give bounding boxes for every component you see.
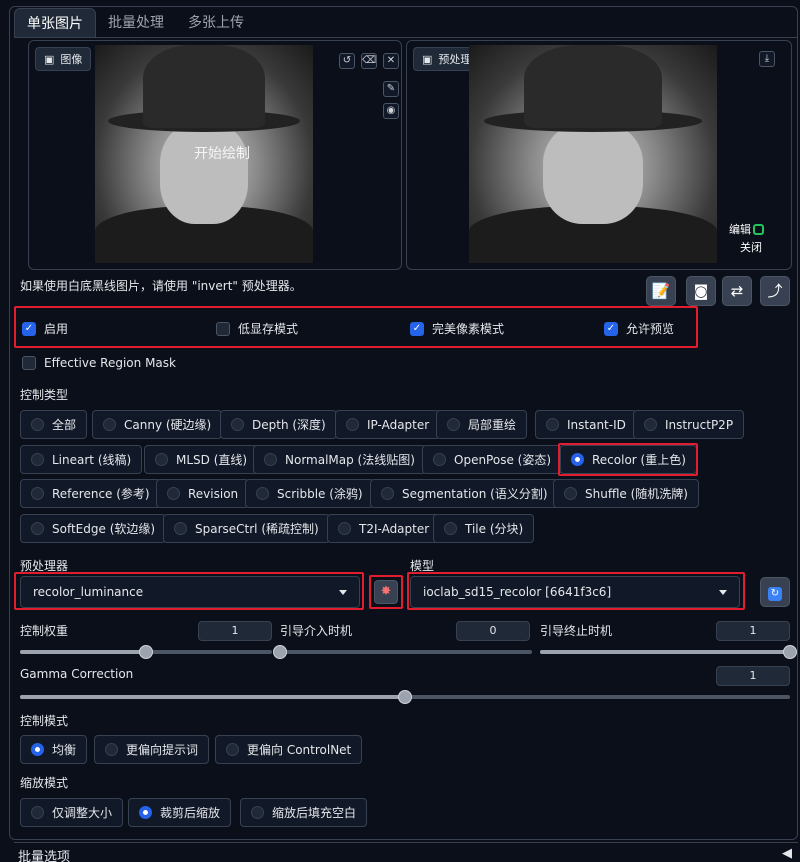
triangle-left-icon: ◀ <box>782 846 792 861</box>
pixel-perfect-checkbox[interactable]: ✓ 完美像素模式 <box>410 320 504 337</box>
control-type-option[interactable]: Revision <box>156 479 250 508</box>
arrow-up-right-icon: ⤴ <box>767 282 783 300</box>
image-icon: ▣ <box>422 52 433 66</box>
control-type-option[interactable]: 全部 <box>20 410 88 439</box>
control-type-option[interactable]: IP-Adapter <box>335 410 441 439</box>
highlight-checkboxes <box>14 306 698 348</box>
eraser-icon[interactable]: ⌫ <box>361 53 377 69</box>
gamma-slider[interactable] <box>20 690 790 704</box>
weight-slider[interactable] <box>20 645 272 659</box>
control-mode-balanced[interactable]: 均衡 <box>20 735 88 764</box>
check-icon: ✓ <box>604 321 618 336</box>
resize-mode-title: 缩放模式 <box>20 776 69 790</box>
controlnet-panel: 单张图片 批量处理 多张上传 ▣图像 开始绘制 ↺ ⌫ ✕ ✎ ◉ ▣预处理结果… <box>0 0 800 862</box>
highlight-recolor <box>558 443 698 476</box>
enable-checkbox[interactable]: ✓ 启用 <box>22 320 68 337</box>
check-icon: ✓ <box>22 321 36 336</box>
control-mode-title: 控制模式 <box>20 714 69 728</box>
preview-panel: ▣预处理结果预览 ⤓ 编辑 关闭 <box>406 40 792 270</box>
control-type-option[interactable]: MLSD (直线) <box>144 445 259 474</box>
image-label: ▣ 图像 <box>35 47 92 71</box>
control-type-option[interactable]: Scribble (涂鸦) <box>245 479 374 508</box>
edit-button[interactable]: 编辑 <box>729 221 764 237</box>
control-type-option[interactable]: Lineart (线稿) <box>20 445 143 474</box>
weight-input[interactable]: 1 <box>198 621 272 641</box>
refresh-icon: ↻ <box>768 587 782 601</box>
resize-mode-just-resize[interactable]: 仅调整大小 <box>20 798 124 827</box>
check-icon: ✓ <box>410 321 424 336</box>
tab-bar: 单张图片 批量处理 多张上传 <box>14 8 256 38</box>
end-input[interactable]: 1 <box>716 621 790 641</box>
control-type-option[interactable]: Tile (分块) <box>433 514 535 543</box>
control-type-option[interactable]: SparseCtrl (稀疏控制) <box>163 514 330 543</box>
notes-button[interactable]: 📝 <box>646 276 676 306</box>
weight-label: 控制权重 <box>20 624 69 638</box>
control-type-option[interactable]: SoftEdge (软边缘) <box>20 514 167 543</box>
highlight-preprocessor <box>14 572 364 610</box>
swap-button[interactable]: ⇄ <box>722 276 752 306</box>
preview-photo <box>469 45 717 263</box>
draw-overlay-text: 开始绘制 <box>194 146 250 162</box>
palette-icon[interactable]: ◉ <box>383 103 399 119</box>
invert-hint: 如果使用白底黑线图片，请使用 "invert" 预处理器。 <box>20 279 302 293</box>
control-type-option[interactable]: Segmentation (语义分割) <box>370 479 559 508</box>
highlight-model <box>407 572 745 610</box>
notepad-icon: 📝 <box>651 282 671 300</box>
camera-icon: ◙ <box>693 282 709 300</box>
brush-icon[interactable]: ✎ <box>383 81 399 97</box>
control-type-option[interactable]: Reference (参考) <box>20 479 161 508</box>
control-type-title: 控制类型 <box>20 388 69 402</box>
camera-button[interactable]: ◙ <box>686 276 716 306</box>
control-type-option[interactable]: InstructP2P <box>633 410 745 439</box>
end-slider[interactable] <box>540 645 797 659</box>
download-icon[interactable]: ⤓ <box>759 51 775 67</box>
gamma-input[interactable]: 1 <box>716 666 790 686</box>
start-input[interactable]: 0 <box>456 621 530 641</box>
control-mode-controlnet[interactable]: 更偏向 ControlNet <box>215 735 363 764</box>
toggle-icon <box>753 223 764 235</box>
tab-single-image[interactable]: 单张图片 <box>14 8 96 38</box>
control-type-option[interactable]: Instant-ID <box>535 410 637 439</box>
tab-divider <box>14 37 798 38</box>
control-type-option[interactable]: NormalMap (法线贴图) <box>253 445 426 474</box>
control-mode-prompt[interactable]: 更偏向提示词 <box>94 735 210 764</box>
refresh-models-button[interactable]: ↻ <box>760 577 790 607</box>
undo-icon[interactable]: ↺ <box>339 53 355 69</box>
end-label: 引导终止时机 <box>540 624 613 638</box>
control-type-option[interactable]: OpenPose (姿态) <box>422 445 563 474</box>
tab-multi-upload[interactable]: 多张上传 <box>176 8 256 38</box>
batch-options-accordion[interactable]: 批量选项 ◀ <box>14 842 798 862</box>
tab-batch[interactable]: 批量处理 <box>96 8 176 38</box>
send-dimensions-button[interactable]: ⤴ <box>760 276 790 306</box>
image-icon: ▣ <box>44 52 55 66</box>
start-label: 引导介入时机 <box>280 624 353 638</box>
control-type-option[interactable]: 局部重绘 <box>436 410 528 439</box>
control-type-option[interactable]: T2I-Adapter <box>327 514 441 543</box>
control-type-option[interactable]: Canny (硬边缘) <box>92 410 223 439</box>
control-type-option[interactable]: Shuffle (随机洗牌) <box>553 479 699 508</box>
region-mask-checkbox[interactable]: Effective Region Mask <box>22 356 176 370</box>
swap-icon: ⇄ <box>730 282 744 300</box>
close-preview-button[interactable]: 关闭 <box>740 239 762 255</box>
close-icon[interactable]: ✕ <box>383 53 399 69</box>
resize-mode-fill[interactable]: 缩放后填充空白 <box>240 798 368 827</box>
image-input-panel[interactable]: ▣ 图像 开始绘制 ↺ ⌫ ✕ ✎ ◉ <box>28 40 402 270</box>
start-slider[interactable] <box>273 645 532 659</box>
gamma-label: Gamma Correction <box>20 667 134 681</box>
highlight-run-button <box>369 575 403 609</box>
allow-preview-checkbox[interactable]: ✓ 允许预览 <box>604 320 674 337</box>
control-type-option[interactable]: Depth (深度) <box>220 410 337 439</box>
resize-mode-crop[interactable]: 裁剪后缩放 <box>128 798 232 827</box>
low-vram-checkbox[interactable]: 低显存模式 <box>216 320 298 337</box>
